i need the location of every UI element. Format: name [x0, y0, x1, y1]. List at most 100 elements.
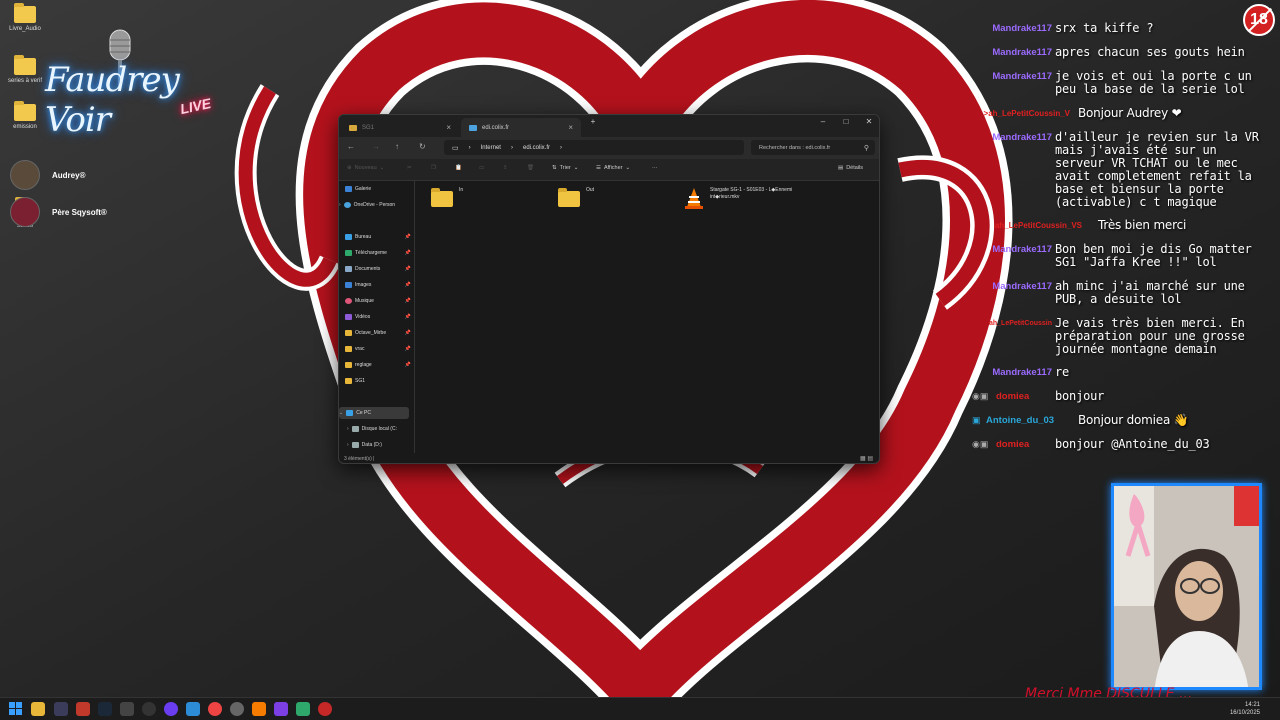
- close-tab-icon[interactable]: ×: [446, 123, 451, 132]
- nav-item-data-d[interactable]: › Data (D:): [347, 439, 417, 451]
- breadcrumb-edi-colix[interactable]: edi.colix.fr: [523, 145, 550, 151]
- more-options-button[interactable]: ···: [652, 165, 658, 171]
- nav-item-images[interactable]: Images 📌: [345, 279, 415, 291]
- clock-time: 14:21: [1244, 702, 1260, 708]
- stream-logo: Faudrey Voir LIVE: [40, 28, 230, 140]
- nav-item-octave-mirbe[interactable]: Octave_Mirbe 📌: [345, 327, 415, 339]
- nav-item-musique[interactable]: Musique 📌: [345, 295, 415, 307]
- nav-item-gallery[interactable]: Galerie: [345, 183, 415, 195]
- nav-item-onedrive[interactable]: › OneDrive - Person: [339, 199, 409, 211]
- nav-label: reglage: [355, 362, 372, 368]
- desktop-icon: [345, 234, 352, 240]
- file-item-stargate-mkv[interactable]: Stargate SG-1 - S01E03 - L◆Ennemi int◆ri…: [684, 187, 814, 209]
- drive-icon: [351, 426, 359, 432]
- chat-text: ah minc j'ai marché sur une PUB, a desui…: [1055, 279, 1245, 306]
- start-button[interactable]: [9, 702, 23, 716]
- view-toggle-icons[interactable]: ▦ ▤: [860, 455, 873, 462]
- folder-icon: [349, 124, 357, 131]
- chat-text: d'ailleur je revien sur la VR mais j'ava…: [1055, 130, 1259, 209]
- copy-button[interactable]: ❐: [431, 165, 436, 171]
- rename-button[interactable]: ▭: [479, 165, 484, 171]
- taskbar-steam-icon[interactable]: [98, 702, 112, 716]
- delete-button[interactable]: 🗑: [527, 165, 534, 171]
- tab-bar: SG1 × edi.colix.fr × + – □ ✕: [339, 115, 879, 137]
- paste-button[interactable]: 📋: [455, 165, 462, 171]
- taskbar-app-icon[interactable]: [76, 702, 90, 716]
- viewer-name: Audrey®: [52, 170, 86, 180]
- taskbar-vlc-icon[interactable]: [252, 702, 266, 716]
- cloud-icon: [343, 202, 351, 208]
- sort-button[interactable]: ⇅ Trier ⌄: [552, 165, 578, 171]
- details-pane-icon: ▤: [838, 165, 844, 171]
- view-button[interactable]: ☰ Afficher ⌄: [596, 165, 630, 171]
- taskbar-obs-icon[interactable]: [142, 702, 156, 716]
- breadcrumb-internet[interactable]: Internet: [481, 145, 501, 151]
- search-input[interactable]: Rechercher dans : edi.colix.fr ⚲: [751, 140, 875, 155]
- file-explorer-window[interactable]: SG1 × edi.colix.fr × + – □ ✕ ← → ↑ ↻ ▭ ›…: [338, 114, 880, 464]
- file-name: Out: [586, 187, 595, 193]
- back-button[interactable]: ←: [347, 142, 355, 151]
- details-button[interactable]: ▤ Détails: [838, 165, 863, 171]
- taskbar-app-icon[interactable]: [164, 702, 178, 716]
- mod-badge-icon: ◉▣: [972, 439, 989, 449]
- taskbar-app-icon[interactable]: [274, 702, 288, 716]
- new-button[interactable]: ⊕ Nouveau ⌄: [347, 165, 384, 171]
- nav-label: Téléchargeme: [355, 250, 387, 256]
- refresh-button[interactable]: ↻: [419, 142, 426, 151]
- webcam-feed: [1111, 483, 1262, 690]
- up-button[interactable]: ↑: [395, 142, 399, 151]
- plus-icon: ⊕: [347, 165, 352, 171]
- chevron-down-icon: ⌄: [625, 165, 631, 171]
- nav-item-telechargements[interactable]: Téléchargeme 📌: [345, 247, 415, 259]
- file-item-in[interactable]: In: [431, 187, 463, 207]
- tab-sg1[interactable]: SG1 ×: [341, 118, 459, 137]
- tab-edi-colix[interactable]: edi.colix.fr ×: [461, 118, 581, 137]
- sub-badge-icon: ▣: [972, 415, 981, 425]
- nav-item-ce-pc[interactable]: ⌄ Ce PC: [339, 407, 409, 419]
- taskbar-chrome-icon[interactable]: [208, 702, 222, 716]
- taskbar-app-icon[interactable]: [318, 702, 332, 716]
- chat-username: Mandrake117: [992, 132, 1052, 143]
- nav-label: SG1: [355, 378, 366, 384]
- maximize-button[interactable]: □: [835, 117, 857, 126]
- nav-item-reglage[interactable]: reglage 📌: [345, 359, 415, 371]
- taskbar-app-icon[interactable]: [186, 702, 200, 716]
- share-button[interactable]: ⇪: [503, 165, 508, 171]
- taskbar-file-explorer-icon[interactable]: [31, 702, 45, 716]
- minimize-button[interactable]: –: [812, 117, 834, 126]
- close-tab-icon[interactable]: ×: [568, 123, 573, 132]
- cut-button[interactable]: ✂: [407, 165, 412, 171]
- address-field[interactable]: ▭ › Internet › edi.colix.fr ›: [444, 140, 744, 155]
- taskbar-app-icon[interactable]: [230, 702, 244, 716]
- chat-text: Bon ben moi je dis Go matter SG1 "Jaffa …: [1055, 242, 1252, 269]
- breadcrumb-sep: ›: [510, 144, 513, 151]
- computer-icon: ▭: [452, 144, 459, 152]
- pin-icon: 📌: [404, 362, 411, 368]
- nav-item-vrac[interactable]: vrac 📌: [345, 343, 415, 355]
- nav-item-bureau[interactable]: Bureau 📌: [345, 231, 415, 243]
- chat-text: Très bien merci: [1098, 218, 1187, 232]
- nav-item-disque-local[interactable]: › Disque local (C:: [347, 423, 417, 435]
- chat-text: bonjour @Antoine_du_03: [1055, 437, 1210, 451]
- pin-icon: 📌: [404, 314, 411, 320]
- system-clock[interactable]: 14:21 16/10/2025: [1230, 701, 1260, 717]
- folder-icon: [558, 188, 580, 207]
- close-window-button[interactable]: ✕: [858, 117, 879, 126]
- chat-text: je vois et oui la porte c un peu la base…: [1055, 69, 1252, 96]
- windows-logo-icon: [9, 702, 22, 715]
- folder-icon: [345, 346, 352, 352]
- folder-icon: [345, 330, 352, 336]
- file-item-out[interactable]: Out: [558, 187, 594, 207]
- nav-item-documents[interactable]: Documents 📌: [345, 263, 415, 275]
- nav-item-videos[interactable]: Vidéos 📌: [345, 311, 415, 323]
- nav-item-sg1[interactable]: SG1: [345, 375, 415, 387]
- new-tab-button[interactable]: +: [582, 117, 604, 126]
- taskbar-app-icon[interactable]: [296, 702, 310, 716]
- chat-username: ah_LePetitCoussin: [988, 320, 1052, 327]
- taskbar-app-icon[interactable]: [54, 702, 68, 716]
- gallery-icon: [345, 186, 352, 192]
- chevron-right-icon: ›: [347, 426, 349, 432]
- taskbar-app-icon[interactable]: [120, 702, 134, 716]
- breadcrumb-sep: ›: [468, 144, 471, 151]
- forward-button[interactable]: →: [372, 142, 380, 151]
